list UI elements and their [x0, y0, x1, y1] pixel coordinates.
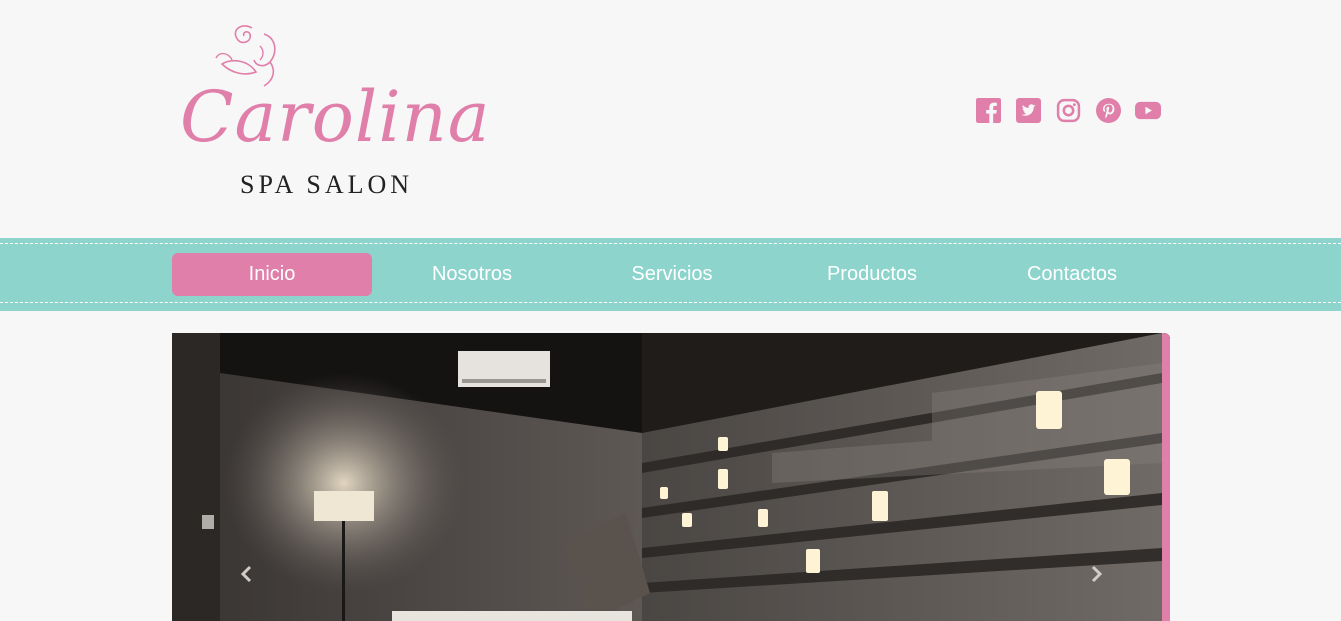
site-header: Carolina SPA SALON: [0, 0, 1341, 238]
hero-carousel[interactable]: [172, 333, 1170, 621]
logo-wordmark: Carolina: [180, 76, 491, 158]
site-logo[interactable]: Carolina SPA SALON: [176, 20, 490, 205]
nav-item-inicio[interactable]: Inicio: [172, 253, 372, 296]
nav-item-nosotros[interactable]: Nosotros: [372, 253, 572, 296]
nav-dashed-border-top: [0, 243, 1341, 244]
nav-dashed-border-bottom: [0, 302, 1341, 303]
facebook-icon[interactable]: [975, 97, 1001, 123]
pinterest-icon[interactable]: [1095, 97, 1121, 123]
carousel-accent-bar: [1162, 333, 1170, 621]
instagram-icon[interactable]: [1055, 97, 1081, 123]
youtube-icon[interactable]: [1135, 97, 1161, 123]
carousel-slide-image: [172, 333, 1170, 621]
nav-item-productos[interactable]: Productos: [772, 253, 972, 296]
nav-items: Inicio Nosotros Servicios Productos Cont…: [172, 253, 1172, 296]
nav-item-servicios[interactable]: Servicios: [572, 253, 772, 296]
main-nav: Inicio Nosotros Servicios Productos Cont…: [0, 238, 1341, 311]
logo-tagline: SPA SALON: [240, 170, 414, 199]
social-links: [975, 97, 1161, 123]
chevron-right-icon[interactable]: [1081, 559, 1111, 589]
twitter-icon[interactable]: [1015, 97, 1041, 123]
chevron-left-icon[interactable]: [232, 559, 262, 589]
nav-item-contactos[interactable]: Contactos: [972, 253, 1172, 296]
